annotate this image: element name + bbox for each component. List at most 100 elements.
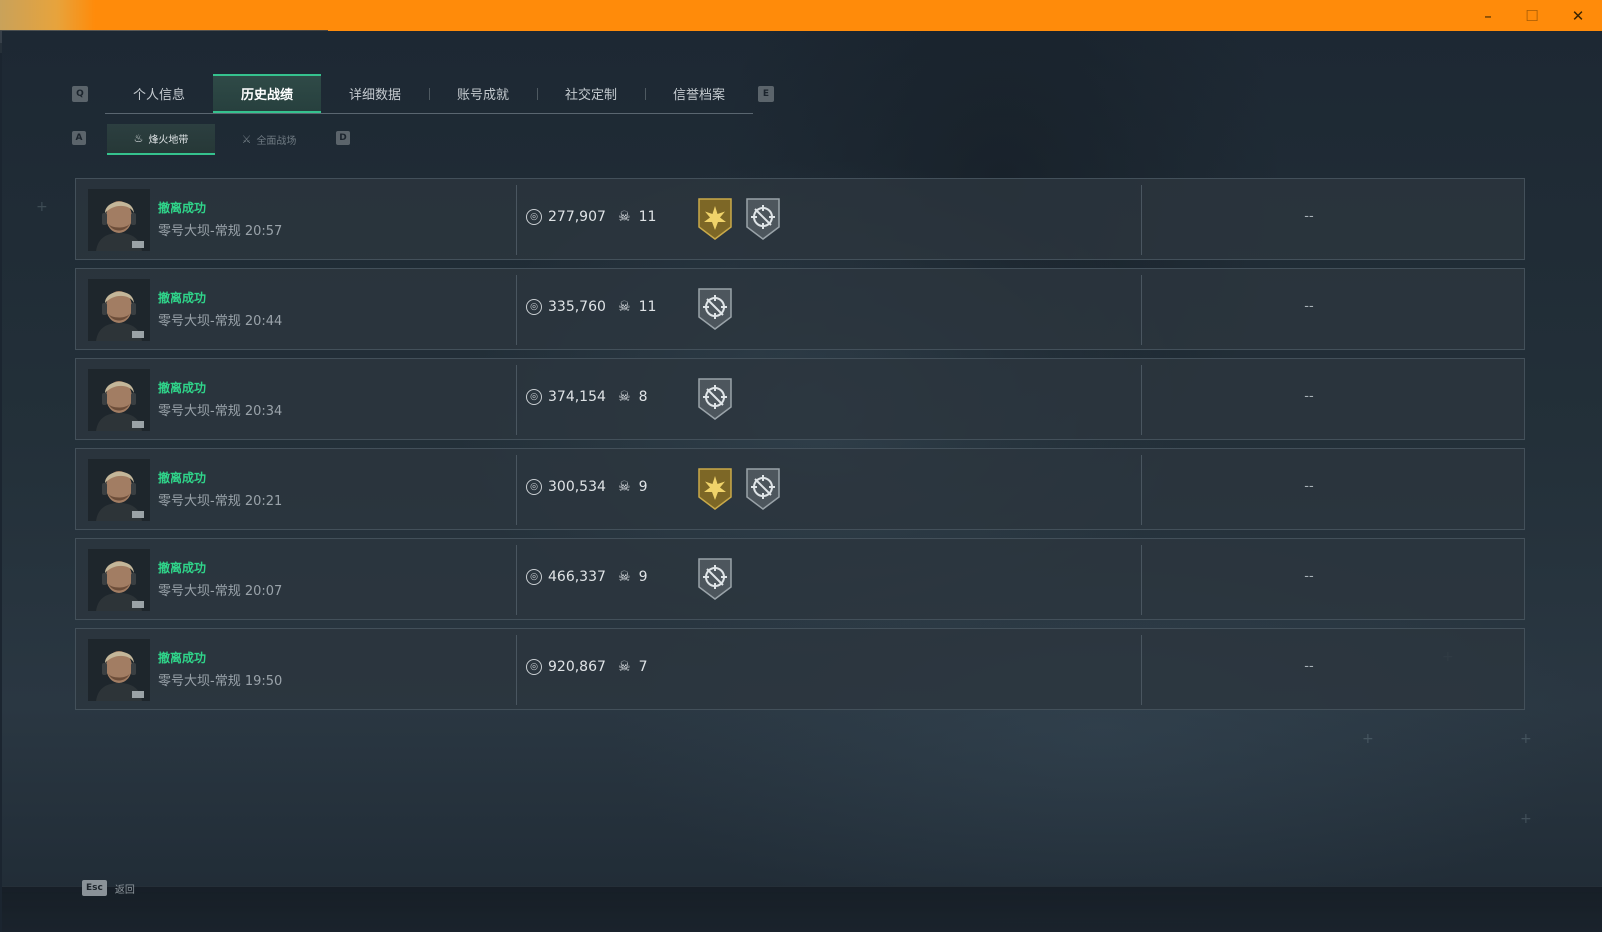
extra-info: -- <box>1304 209 1314 224</box>
map-and-time: 零号大坝-常规 19:50 <box>158 670 282 689</box>
map-name: 零号大坝-常规 <box>158 404 241 419</box>
silver-crosshair-badge-icon[interactable] <box>696 287 734 335</box>
tab-5[interactable]: 社交定制 <box>537 74 645 113</box>
column-divider <box>516 455 517 525</box>
minimize-icon[interactable]: – <box>1466 0 1510 31</box>
column-divider <box>1141 275 1142 345</box>
tab-1[interactable]: 个人信息 <box>105 74 213 113</box>
extraction-status: 撤离成功 <box>158 651 207 665</box>
achievement-badges <box>696 557 734 605</box>
coin-icon: ◎ <box>526 209 542 225</box>
kill-count: ☠ 7 <box>618 659 647 675</box>
match-record-row[interactable]: 撤离成功 零号大坝-常规 20:44 ◎ 335,760 ☠ 11 -- <box>75 268 1525 350</box>
kill-amount: 11 <box>638 209 657 225</box>
tab-6[interactable]: 信誉档案 <box>645 74 753 113</box>
kill-count: ☠ 8 <box>618 389 647 405</box>
kill-amount: 9 <box>638 479 648 495</box>
operator-avatar <box>88 639 150 701</box>
money-amount: 300,534 <box>548 479 606 495</box>
match-record-row[interactable]: 撤离成功 零号大坝-常规 20:34 ◎ 374,154 ☠ 8 -- <box>75 358 1525 440</box>
map-name: 零号大坝-常规 <box>158 584 241 599</box>
extra-info: -- <box>1304 659 1314 674</box>
tab-3[interactable]: 详细数据 <box>321 74 429 113</box>
money-value: ◎ 466,337 <box>526 569 606 585</box>
operator-avatar <box>88 369 150 431</box>
prev-tab-key-hint[interactable]: Q <box>72 86 88 102</box>
match-record-row[interactable]: 撤离成功零号大坝-常规 19:50 ◎ 920,867 ☠ 7 -- <box>75 628 1525 710</box>
subtab-1[interactable]: ♨ 烽火地带 <box>107 124 215 155</box>
money-value: ◎ 300,534 <box>526 479 606 495</box>
skull-icon: ☠ <box>618 569 631 585</box>
column-divider <box>1141 635 1142 705</box>
extraction-status: 撤离成功 <box>158 291 207 305</box>
operator-avatar <box>88 279 150 341</box>
column-divider <box>1141 455 1142 525</box>
crosshair-decoration-icon: + <box>36 199 48 215</box>
tab-2[interactable]: 历史战绩 <box>213 74 321 113</box>
next-subtab-key-hint[interactable]: D <box>336 131 350 145</box>
footer-band <box>2 886 1602 932</box>
match-time: 19:50 <box>244 674 283 689</box>
kill-count: ☠ 9 <box>618 479 647 495</box>
crosshair-decoration-icon: + <box>1362 731 1374 747</box>
kill-amount: 8 <box>638 389 648 405</box>
extraction-status: 撤离成功 <box>158 471 207 485</box>
column-divider <box>516 185 517 255</box>
map-name: 零号大坝-常规 <box>158 494 241 509</box>
silver-crosshair-badge-icon[interactable] <box>696 377 734 425</box>
achievement-badges <box>696 377 734 425</box>
kill-amount: 9 <box>638 569 648 585</box>
kill-count: ☠ 9 <box>618 569 647 585</box>
maximize-icon[interactable]: ☐ <box>1510 0 1554 31</box>
match-time: 20:21 <box>244 494 283 509</box>
match-history-list: 撤离成功 零号大坝-常规 20:57 ◎ 277,907 ☠ 11 -- 撤离成功 零号大坝-常… <box>75 178 1525 718</box>
mode-subtabs: ♨ 烽火地带 ⚔ 全面战场 <box>107 124 323 155</box>
crosshair-decoration-icon: + <box>1520 811 1532 827</box>
column-divider <box>1141 365 1142 435</box>
app-icon-blurred <box>0 0 95 31</box>
coin-icon: ◎ <box>526 659 542 675</box>
achievement-badges <box>696 287 734 335</box>
next-tab-key-hint[interactable]: E <box>758 86 774 102</box>
map-and-time: 零号大坝-常规 20:34 <box>158 400 282 419</box>
coin-icon: ◎ <box>526 389 542 405</box>
silver-crosshair-badge-icon[interactable] <box>744 467 782 515</box>
match-record-row[interactable]: 撤离成功零号大坝-常规 20:21 ◎ 300,534 ☠ 9 -- <box>75 448 1525 530</box>
column-divider <box>1141 185 1142 255</box>
subtab-2[interactable]: ⚔ 全面战场 <box>215 124 323 155</box>
kill-count: ☠ 11 <box>618 299 656 315</box>
map-name: 零号大坝-常规 <box>158 314 241 329</box>
match-time: 20:34 <box>244 404 283 419</box>
match-time: 20:07 <box>244 584 283 599</box>
column-divider <box>516 545 517 615</box>
close-icon[interactable]: ✕ <box>1556 0 1600 31</box>
silver-crosshair-badge-icon[interactable] <box>744 197 782 245</box>
match-record-row[interactable]: 撤离成功 零号大坝-常规 20:07 ◎ 466,337 ☠ 9 -- <box>75 538 1525 620</box>
gold-star-badge-icon[interactable] <box>696 197 734 245</box>
operator-avatar <box>88 459 150 521</box>
tab-4[interactable]: 账号成就 <box>429 74 537 113</box>
gold-star-badge-icon[interactable] <box>696 467 734 515</box>
esc-key[interactable]: Esc <box>82 880 107 896</box>
main-tabs: 个人信息 历史战绩 详细数据 账号成就 社交定制 信誉档案 <box>105 74 753 114</box>
money-value: ◎ 374,154 <box>526 389 606 405</box>
skull-icon: ☠ <box>618 659 631 675</box>
match-record-row[interactable]: 撤离成功零号大坝-常规 20:57 ◎ 277,907 ☠ 11 -- <box>75 178 1525 260</box>
column-divider <box>516 635 517 705</box>
prev-subtab-key-hint[interactable]: A <box>72 131 86 145</box>
money-amount: 277,907 <box>548 209 606 225</box>
money-amount: 374,154 <box>548 389 606 405</box>
crosshair-decoration-icon: + <box>1520 731 1532 747</box>
silver-crosshair-badge-icon[interactable] <box>696 557 734 605</box>
kill-count: ☠ 11 <box>618 209 656 225</box>
extraction-status: 撤离成功 <box>158 201 207 215</box>
match-time: 20:57 <box>244 224 283 239</box>
back-hint[interactable]: Esc 返回 <box>82 880 135 896</box>
coin-icon: ◎ <box>526 299 542 315</box>
money-amount: 920,867 <box>548 659 606 675</box>
money-value: ◎ 920,867 <box>526 659 606 675</box>
coin-icon: ◎ <box>526 479 542 495</box>
extra-info: -- <box>1304 479 1314 494</box>
map-and-time: 零号大坝-常规 20:57 <box>158 220 282 239</box>
operator-avatar <box>88 189 150 251</box>
